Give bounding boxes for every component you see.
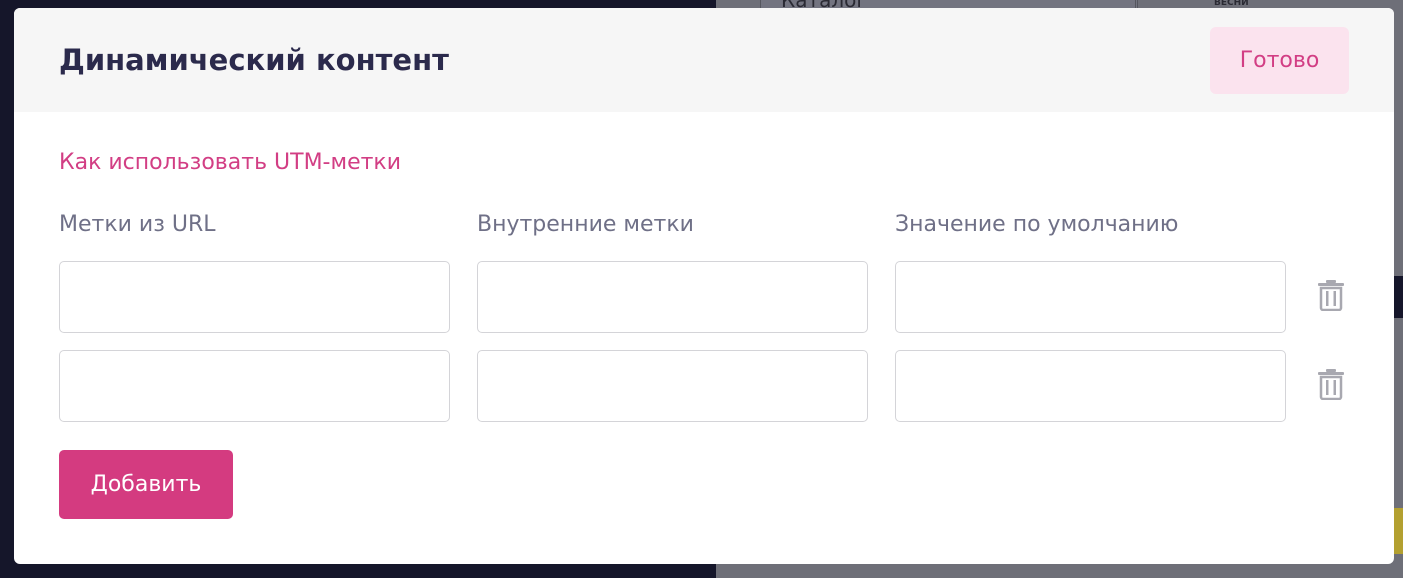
add-row-button[interactable]: Добавить bbox=[59, 450, 233, 519]
internal-tags-column-label: Внутренние метки bbox=[477, 212, 694, 237]
default-value-input-2[interactable] bbox=[895, 350, 1286, 422]
default-value-column-label: Значение по умолчанию bbox=[895, 212, 1179, 237]
url-tag-input-2[interactable] bbox=[59, 350, 450, 422]
done-button[interactable]: Готово bbox=[1210, 27, 1349, 94]
internal-tag-input-2[interactable] bbox=[477, 350, 868, 422]
url-tags-column-label: Метки из URL bbox=[59, 212, 216, 237]
utm-help-link[interactable]: Как использовать UTM-метки bbox=[59, 148, 401, 178]
modal-header: Динамический контент Готово bbox=[14, 8, 1394, 112]
internal-tag-input-1[interactable] bbox=[477, 261, 868, 333]
dynamic-content-modal: Динамический контент Готово Как использо… bbox=[14, 8, 1394, 564]
default-value-input-1[interactable] bbox=[895, 261, 1286, 333]
trash-icon[interactable] bbox=[1317, 368, 1345, 400]
logo-text: ВЕСНИ bbox=[1214, 0, 1249, 8]
trash-icon[interactable] bbox=[1317, 279, 1345, 311]
url-tag-input-1[interactable] bbox=[59, 261, 450, 333]
modal-title: Динамический контент bbox=[59, 43, 449, 77]
